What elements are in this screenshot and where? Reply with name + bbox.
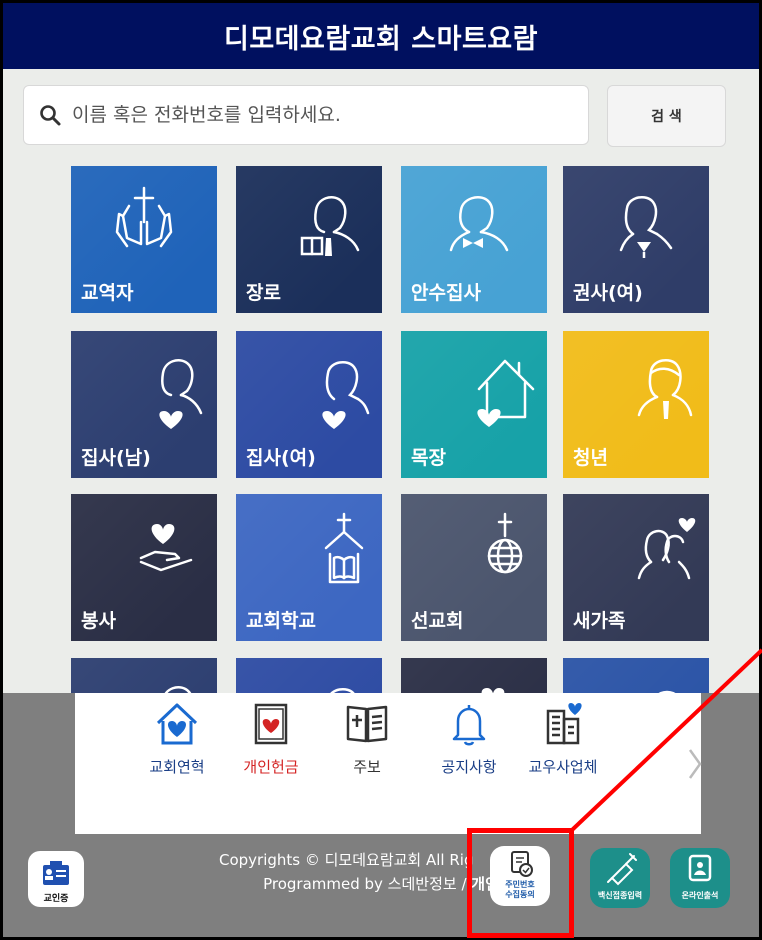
globe-cross-icon	[487, 512, 523, 574]
tile-youth[interactable]: 청년	[563, 331, 709, 478]
copyright-text: Copyrights © 디모데요람교회 All Rig	[218, 851, 474, 869]
new-family-icon	[637, 518, 696, 580]
bell-icon	[452, 705, 486, 746]
tile-label: 집사(여)	[246, 447, 316, 469]
praying-hands-cross-icon	[115, 186, 173, 248]
bulletin-icon	[346, 705, 388, 743]
tile-label: 집사(남)	[81, 447, 151, 469]
menu-notice[interactable]: 공지사항	[423, 701, 515, 777]
fab-label: 온라인출석	[681, 891, 719, 900]
programmed-text: Programmed by 스데반정보 /	[263, 875, 472, 893]
search-input[interactable]	[70, 103, 554, 127]
tile-cell-group[interactable]: 목장	[401, 331, 547, 478]
hand-heart-icon	[139, 524, 193, 572]
tile-deacon-male[interactable]: 집사(남)	[71, 331, 217, 478]
menu-label: 공지사항	[441, 758, 497, 776]
syringe-icon	[607, 853, 637, 886]
menu-church-history[interactable]: 교회연혁	[131, 701, 223, 777]
member-category-grid: 교역자 장로 안수집사 권사(여) 집사(남) 집사(여) 목장 청년 봉사 교…	[71, 166, 711, 805]
tile-service[interactable]: 봉사	[71, 494, 217, 641]
quick-menu-bar: 교회연혁 개인헌금 주보 공지사항 교우사업체	[75, 693, 703, 834]
online-attendance-button[interactable]: 온라인출석	[670, 848, 730, 908]
tile-label: 목장	[411, 447, 446, 469]
vaccine-input-button[interactable]: 백신접종입력	[590, 848, 650, 908]
tile-label: 봉사	[81, 610, 116, 632]
tile-mission-society[interactable]: 선교회	[401, 494, 547, 641]
deacon-woman-heart-icon	[322, 360, 370, 429]
church-history-icon	[156, 703, 198, 745]
house-heart-icon	[477, 359, 535, 427]
member-card-button[interactable]: 교인증	[28, 851, 84, 907]
menu-bulletin[interactable]: 주보	[321, 701, 413, 777]
tile-deacon-female[interactable]: 집사(여)	[236, 331, 382, 478]
tile-new-family[interactable]: 새가족	[563, 494, 709, 641]
menu-label: 주보	[353, 758, 381, 776]
menu-label: 개인헌금	[243, 758, 299, 776]
tile-ordained-deacon[interactable]: 안수집사	[401, 166, 547, 313]
youth-man-icon	[637, 358, 693, 419]
tile-label: 청년	[573, 447, 608, 469]
church-school-icon	[324, 512, 364, 584]
tile-elder[interactable]: 장로	[236, 166, 382, 313]
menu-label: 교회연혁	[149, 758, 205, 776]
badge-label: 교인증	[43, 894, 69, 904]
menu-offering[interactable]: 개인헌금	[225, 701, 317, 777]
app-frame: 디모데요람교회 스마트요람 검 색 교역자	[3, 3, 759, 937]
menu-member-business[interactable]: 교우사업체	[517, 701, 609, 777]
search-icon	[40, 105, 61, 126]
tile-label: 새가족	[573, 610, 626, 632]
tile-label: 교회학교	[246, 610, 316, 632]
tile-label: 권사(여)	[573, 282, 643, 304]
offering-icon	[254, 703, 288, 745]
elder-bible-icon	[300, 196, 360, 256]
search-box	[23, 85, 589, 145]
tile-pastor[interactable]: 교역자	[71, 166, 217, 313]
tile-label: 선교회	[411, 610, 464, 632]
tile-label: 교역자	[81, 282, 134, 304]
chevron-right-icon[interactable]	[687, 746, 703, 782]
deacon-bowtie-icon	[449, 196, 509, 252]
tile-church-school[interactable]: 교회학교	[236, 494, 382, 641]
attendance-icon	[688, 854, 712, 882]
deacon-man-heart-icon	[159, 359, 203, 429]
kwonsa-woman-icon	[619, 195, 673, 258]
annotation-highlight-box	[467, 828, 574, 938]
business-icon	[546, 703, 582, 745]
fab-label: 백신접종입력	[597, 891, 643, 900]
tile-kwonsa[interactable]: 권사(여)	[563, 166, 709, 313]
tile-label: 장로	[246, 282, 281, 304]
app-header: 디모데요람교회 스마트요람	[3, 3, 759, 69]
tile-label: 안수집사	[411, 282, 481, 304]
menu-label: 교우사업체	[528, 758, 598, 776]
page-title: 디모데요람교회 스마트요람	[224, 23, 538, 55]
search-button[interactable]: 검 색	[607, 85, 726, 147]
id-card-icon	[43, 861, 69, 885]
